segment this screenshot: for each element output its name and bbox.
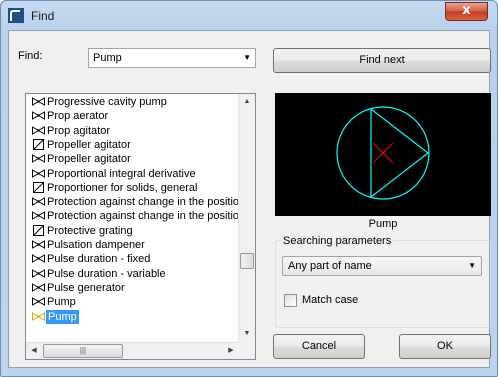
list-item-label: Prop aerator [47, 110, 109, 123]
ok-button[interactable]: OK [399, 334, 491, 359]
list-item[interactable]: Pulse duration - variable [26, 267, 239, 281]
list-item-label: Proportioner for solids, general [47, 181, 198, 194]
vertical-scrollbar[interactable]: ▲ ▼ [238, 94, 255, 342]
preview-label: Pump [368, 218, 398, 230]
list-item-label: Protection against change in the positio… [47, 196, 239, 209]
close-button[interactable]: x [445, 2, 488, 21]
match-case-label[interactable]: Match case [302, 294, 358, 306]
list-item[interactable]: Pump [26, 309, 239, 324]
pump-symbol-icon [32, 210, 45, 221]
close-icon: x [462, 3, 471, 18]
horizontal-scroll-thumb[interactable]: ||| [43, 344, 123, 358]
pump-symbol-icon [32, 153, 45, 164]
find-input[interactable]: Pump [93, 52, 122, 64]
match-case-checkbox[interactable] [284, 294, 297, 307]
searching-parameters-group [275, 240, 491, 328]
scroll-right-icon[interactable]: ▶ [223, 343, 239, 359]
list-item[interactable]: Prop agitator [26, 124, 239, 138]
find-next-button[interactable]: Find next [273, 48, 491, 73]
app-icon [8, 8, 24, 23]
list-item-label: Pulsation dampener [47, 239, 145, 251]
pump-symbol-icon [32, 282, 45, 293]
chevron-down-icon[interactable]: ▼ [243, 53, 251, 62]
pump-symbol-icon [32, 296, 45, 307]
box-symbol-icon [32, 181, 45, 193]
ok-label: OK [437, 340, 453, 352]
window-title: Find [31, 9, 55, 23]
find-combobox[interactable]: Pump ▼ [88, 48, 256, 68]
scroll-left-icon[interactable]: ◀ [26, 343, 42, 359]
list-item[interactable]: Pulse generator [26, 281, 239, 295]
searching-parameters-title: Searching parameters [281, 235, 394, 247]
list-item-label: Propeller agitator [47, 153, 131, 166]
list-item-label: Protective grating [47, 224, 133, 237]
list-item[interactable]: Pump [26, 295, 239, 309]
find-next-label: Find next [359, 54, 405, 66]
list-item[interactable]: Proportional integral derivative [26, 167, 239, 181]
search-mode-select[interactable]: Any part of name ▼ [282, 256, 482, 276]
list-item[interactable]: Proportioner for solids, general [26, 181, 239, 195]
list-item-label: Proportional integral derivative [47, 167, 196, 180]
list-item-label: Pump [46, 309, 79, 324]
chevron-down-icon[interactable]: ▼ [468, 261, 476, 270]
symbol-list-items: Progressive cavity pump Prop aerator Prop … [26, 94, 239, 342]
find-label: Find: [18, 50, 43, 62]
symbol-list[interactable]: Progressive cavity pump Prop aerator Prop … [25, 93, 256, 360]
list-item-label: Propeller agitator [47, 138, 131, 151]
box-symbol-icon [32, 138, 45, 150]
pump-symbol-icon [32, 311, 45, 322]
list-item[interactable]: Propeller agitator [26, 138, 239, 152]
pump-symbol-icon [32, 125, 45, 136]
list-item-label: Progressive cavity pump [47, 96, 167, 108]
title-bar[interactable]: Find x [1, 1, 497, 29]
list-item[interactable]: Progressive cavity pump [26, 95, 239, 109]
symbol-preview [275, 93, 491, 216]
list-item[interactable]: Pulse duration - fixed [26, 252, 239, 266]
list-item-label: Prop agitator [47, 124, 110, 137]
pump-symbol-icon [32, 253, 45, 264]
list-item[interactable]: Pulsation dampener [26, 238, 239, 252]
list-item[interactable]: Protective grating [26, 224, 239, 238]
scroll-down-icon[interactable]: ▼ [239, 326, 255, 342]
pump-symbol-icon [32, 196, 45, 207]
pump-symbol-icon [32, 168, 45, 179]
list-item[interactable]: Prop aerator [26, 109, 239, 123]
scroll-up-icon[interactable]: ▲ [239, 94, 255, 110]
list-item-label: Pump [47, 296, 76, 309]
list-item-label: Pulse duration - variable [47, 267, 166, 280]
pump-symbol-icon [32, 96, 45, 107]
scrollbar-corner [239, 342, 255, 359]
list-item[interactable]: Protection against change in the positio… [26, 209, 239, 223]
preview-triangle [370, 107, 429, 199]
pump-symbol-icon [32, 268, 45, 279]
box-symbol-icon [32, 224, 45, 236]
horizontal-scrollbar[interactable]: ◀ ||| ▶ [26, 342, 239, 359]
vertical-scroll-thumb[interactable] [240, 253, 254, 269]
cancel-label: Cancel [301, 340, 337, 352]
search-mode-value: Any part of name [288, 260, 372, 272]
list-item-label: Pulse generator [47, 281, 125, 294]
list-item-label: Pulse duration - fixed [47, 253, 151, 266]
list-item[interactable]: Propeller agitator [26, 152, 239, 166]
cancel-button[interactable]: Cancel [273, 334, 365, 359]
pump-symbol-icon [32, 110, 45, 121]
pump-symbol-icon [32, 239, 45, 250]
list-item-label: Protection against change in the positio… [47, 210, 239, 223]
list-item[interactable]: Protection against change in the positio… [26, 195, 239, 209]
